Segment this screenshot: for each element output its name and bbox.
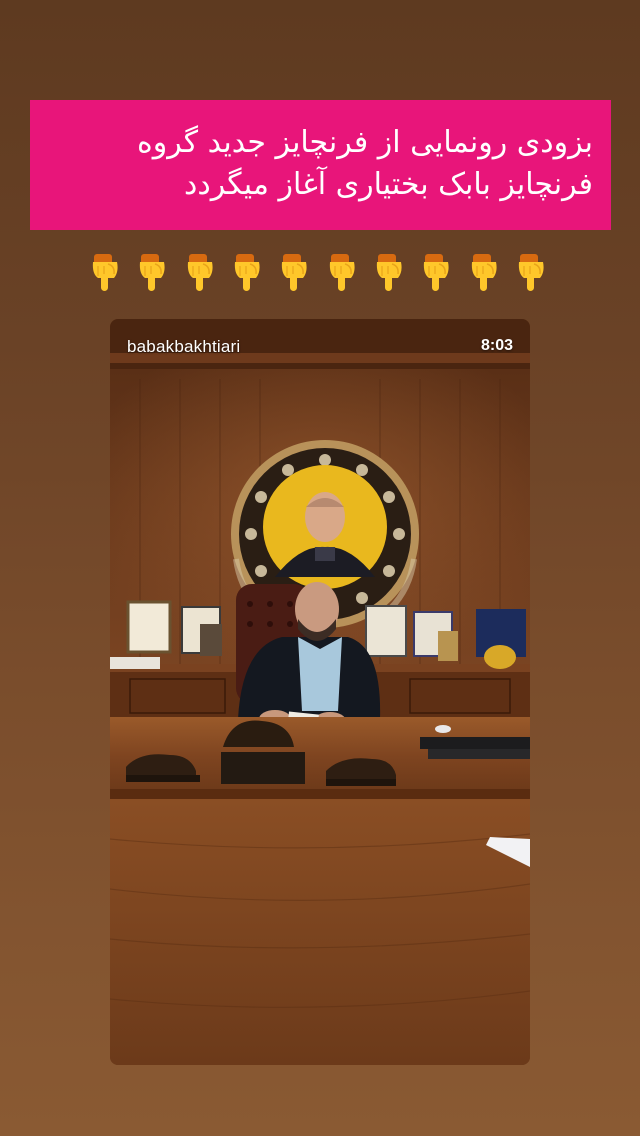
backhand-index-pointing-down-icon: [282, 254, 307, 291]
backhand-index-pointing-down-icon: [92, 254, 118, 291]
backhand-index-pointing-down-icon: [471, 254, 497, 291]
video-time: 8:03: [480, 337, 513, 354]
backhand-index-pointing-down-icon: [187, 254, 213, 291]
backhand-index-pointing-down-icon: [424, 254, 449, 291]
video-username[interactable]: babakbakhtiari: [127, 337, 240, 357]
backhand-index-pointing-down-icon: [234, 254, 260, 291]
story-caption: بزودی رونمایی از فرنچایز جدید گروه فرنچا…: [30, 100, 611, 230]
pointing-down-emoji-row: [88, 248, 548, 296]
backhand-index-pointing-down-icon: [329, 254, 355, 291]
office-scene-image: [110, 319, 530, 1065]
backhand-index-pointing-down-icon: [518, 254, 544, 291]
caption-line-1: بزودی رونمایی از فرنچایز جدید گروه: [137, 125, 593, 160]
backhand-index-pointing-down-icon: [376, 254, 402, 291]
backhand-index-pointing-down-icon: [140, 254, 165, 291]
embedded-video-post[interactable]: babakbakhtiari 8:03: [110, 319, 530, 1065]
caption-line-2: فرنچایز بابک بختیاری آغاز میگردد: [183, 167, 593, 202]
